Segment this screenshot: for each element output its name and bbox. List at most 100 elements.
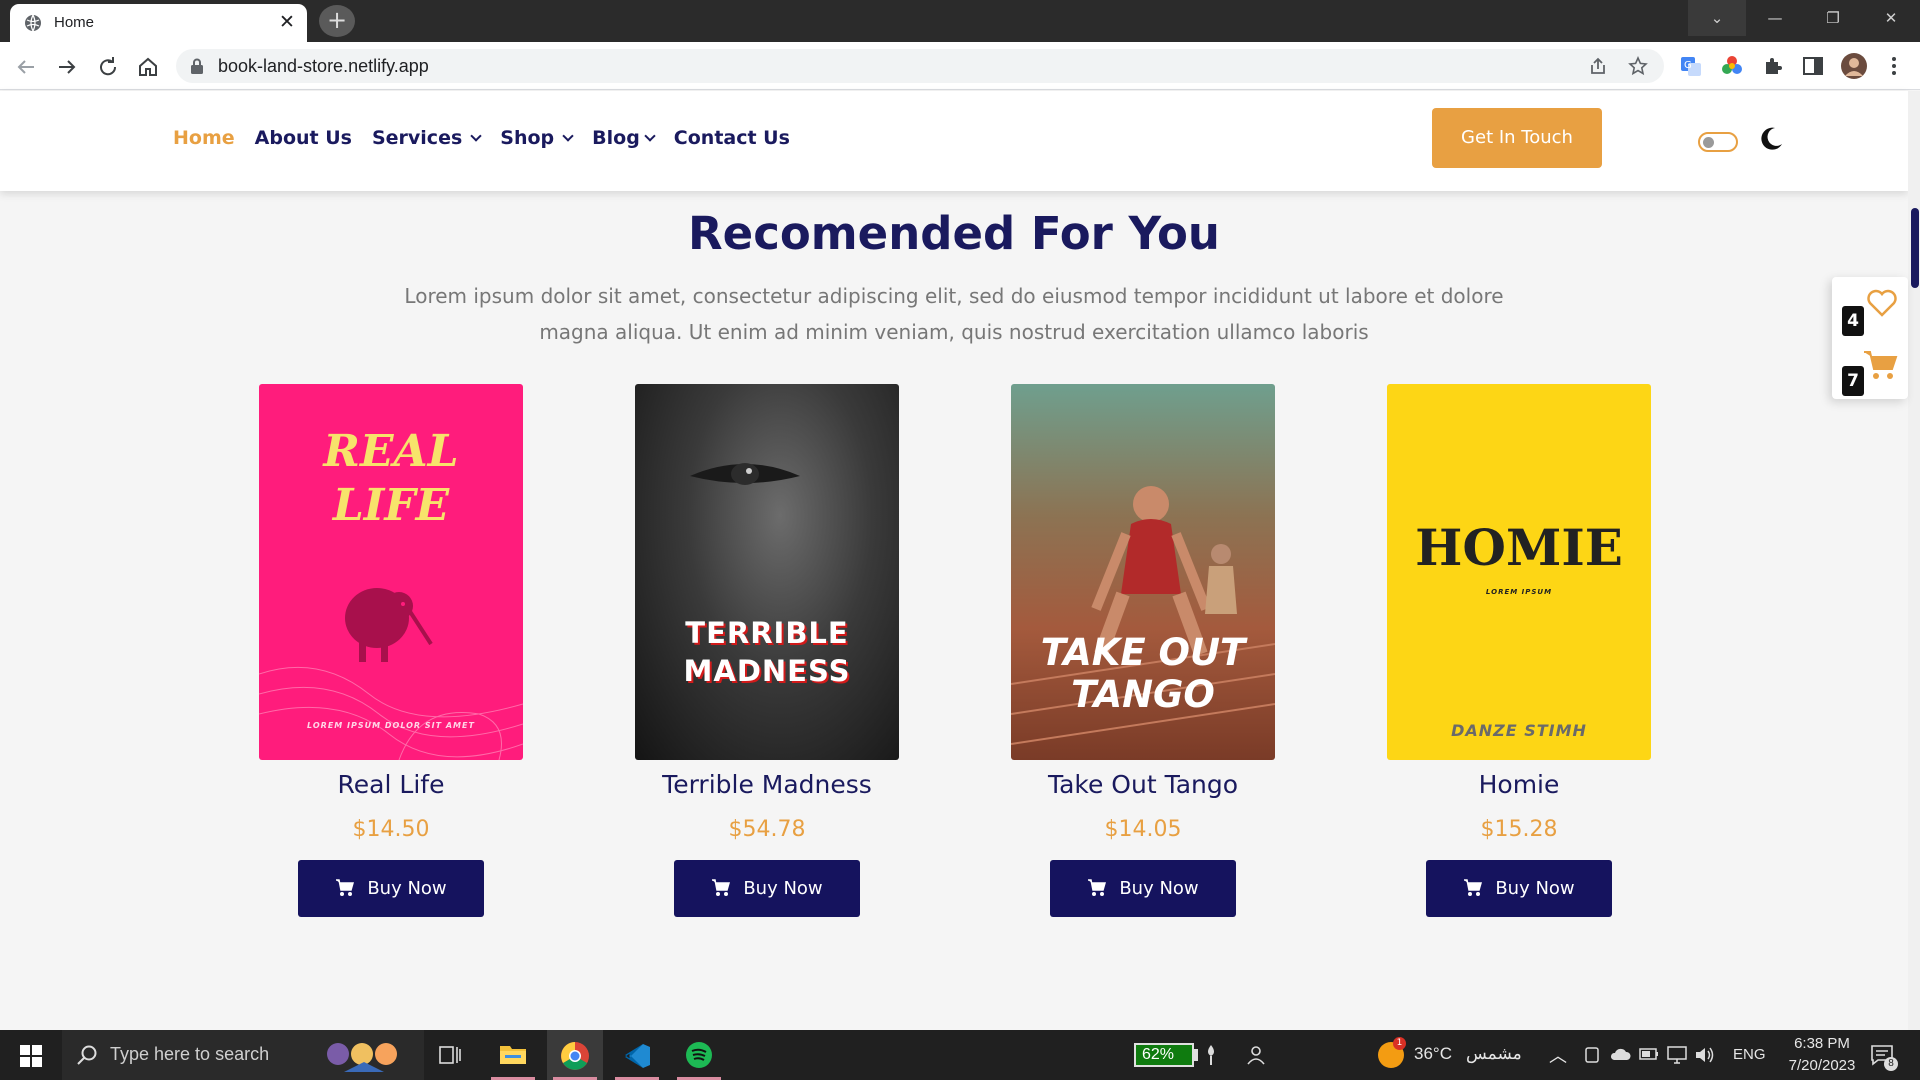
cover-title: TANGO: [1071, 673, 1215, 716]
language-indicator[interactable]: ENG: [1733, 1046, 1766, 1063]
buy-now-label: Buy Now: [1119, 878, 1199, 899]
cover-subtitle: LOREM IPSUM DOLOR SIT AMET: [307, 721, 475, 730]
taskbar-file-explorer[interactable]: [485, 1030, 541, 1080]
side-panel-icon[interactable]: [1801, 54, 1825, 78]
windows-start-icon[interactable]: [20, 1045, 42, 1067]
search-placeholder: Type here to search: [110, 1044, 270, 1064]
notification-count-badge: 8: [1884, 1057, 1898, 1071]
clock-date[interactable]: 7/20/2023: [1778, 1057, 1866, 1074]
window-controls: ⌄ — ❐ ✕: [1688, 0, 1920, 36]
nav-blog[interactable]: Blog: [592, 127, 656, 149]
theme-toggle[interactable]: [1698, 132, 1738, 152]
chevron-down-icon: [562, 129, 574, 142]
nav-blog-label: Blog: [592, 127, 640, 149]
cart-count-badge: 7: [1842, 366, 1864, 396]
profile-avatar[interactable]: [1840, 52, 1868, 80]
book-cover-take-out-tango[interactable]: TAKE OUT TANGO: [1011, 384, 1275, 760]
battery-indicator[interactable]: 62%: [1134, 1043, 1194, 1067]
network-icon[interactable]: [1666, 1045, 1688, 1065]
chevron-down-icon: [470, 129, 482, 142]
onedrive-cloud-icon[interactable]: [1609, 1046, 1631, 1062]
nav-about-us[interactable]: About Us: [255, 127, 352, 149]
nav-contact-label: Contact Us: [673, 127, 790, 149]
taskbar-search[interactable]: Type here to search: [62, 1030, 424, 1080]
address-bar[interactable]: book-land-store.netlify.app: [176, 49, 1664, 83]
scrollbar-thumb[interactable]: [1908, 208, 1920, 288]
cover-author: DANZE STIMH: [1451, 721, 1587, 740]
book-cover-terrible-madness[interactable]: TERRIBLE MADNESS: [635, 384, 899, 760]
cover-title: TAKE OUT: [1040, 631, 1246, 674]
buy-now-label: Buy Now: [367, 878, 447, 899]
restore-button[interactable]: ❐: [1804, 0, 1862, 36]
heart-icon[interactable]: [1866, 289, 1898, 317]
book-title[interactable]: Real Life: [259, 770, 523, 799]
get-in-touch-button[interactable]: Get In Touch: [1432, 108, 1602, 168]
book-title[interactable]: Homie: [1387, 770, 1651, 799]
reload-icon[interactable]: [96, 55, 120, 79]
book-cover-real-life[interactable]: REAL LIFE LOREM IPSUM DOLOR SIT AMET: [259, 384, 523, 760]
browser-tab-bar: Home ✕ + ⌄ — ❐ ✕: [0, 0, 1920, 42]
book-card: REAL LIFE LOREM IPSUM DOLOR SIT AMET Rea…: [259, 384, 523, 917]
book-price: $14.50: [352, 817, 430, 842]
battery-tip: [1194, 1049, 1198, 1061]
extensions-puzzle-icon[interactable]: [1761, 54, 1785, 78]
shopping-cart-icon[interactable]: [1862, 349, 1898, 381]
buy-now-button[interactable]: Buy Now: [1050, 860, 1236, 917]
book-card: HOMIE LOREM IPSUM DANZE STIMH Homie $15.…: [1387, 384, 1651, 917]
buy-now-button[interactable]: Buy Now: [1426, 860, 1612, 917]
translate-extension-icon[interactable]: G: [1679, 54, 1703, 78]
book-cover-homie[interactable]: HOMIE LOREM IPSUM DANZE STIMH: [1387, 384, 1651, 760]
new-tab-button[interactable]: +: [319, 5, 355, 37]
nav-services[interactable]: Services: [372, 127, 482, 149]
weather-temperature[interactable]: 36°C: [1414, 1044, 1452, 1064]
browser-tab-home[interactable]: Home ✕: [10, 4, 307, 42]
url-text[interactable]: book-land-store.netlify.app: [218, 56, 429, 77]
cover-title: HOMIE: [1415, 518, 1623, 577]
buy-now-button[interactable]: Buy Now: [298, 860, 484, 917]
weather-condition[interactable]: مشمس: [1466, 1044, 1522, 1064]
browser-menu-icon[interactable]: [1882, 54, 1906, 78]
share-icon[interactable]: [1588, 56, 1608, 76]
minimize-button[interactable]: —: [1746, 0, 1804, 36]
book-title[interactable]: Take Out Tango: [1011, 770, 1275, 799]
people-icon[interactable]: [1244, 1044, 1266, 1066]
clock-time[interactable]: 6:38 PM: [1784, 1035, 1860, 1052]
tab-search-button[interactable]: ⌄: [1688, 0, 1746, 36]
color-picker-extension-icon[interactable]: [1720, 54, 1744, 78]
close-tab-icon[interactable]: ✕: [277, 12, 297, 32]
lock-icon[interactable]: [190, 58, 204, 74]
home-icon[interactable]: [136, 55, 160, 79]
weather-alert-badge: 1: [1393, 1037, 1406, 1050]
cover-subtitle: LOREM IPSUM: [1485, 588, 1553, 596]
cart-icon: [336, 879, 355, 896]
close-window-button[interactable]: ✕: [1862, 0, 1920, 36]
moon-icon[interactable]: [1757, 125, 1785, 153]
eye-shape: [690, 463, 800, 485]
book-card: TERRIBLE MADNESS Terrible Madness $54.78…: [635, 384, 899, 917]
book-price: $15.28: [1480, 817, 1558, 842]
taskbar-spotify[interactable]: [671, 1030, 727, 1080]
chevron-up-icon[interactable]: ︿: [1549, 1042, 1567, 1068]
bookmark-star-icon[interactable]: [1628, 56, 1648, 76]
battery-tray-icon[interactable]: [1638, 1046, 1660, 1062]
tray-device-icon[interactable]: [1583, 1045, 1601, 1065]
nav-about-label: About Us: [254, 127, 352, 149]
nav-home-label: Home: [173, 127, 235, 149]
buy-now-button[interactable]: Buy Now: [674, 860, 860, 917]
book-title[interactable]: Terrible Madness: [635, 770, 899, 799]
cart-icon: [712, 879, 731, 896]
contour-lines-decoration: [259, 666, 523, 760]
nav-contact-us[interactable]: Contact Us: [674, 127, 790, 149]
taskbar-vscode[interactable]: [609, 1030, 665, 1080]
buy-now-label: Buy Now: [1495, 878, 1575, 899]
cover-title: REAL: [323, 426, 459, 477]
taskbar-chrome[interactable]: [547, 1030, 603, 1080]
cover-title: TERRIBLE: [685, 616, 849, 650]
nav-shop[interactable]: Shop: [500, 127, 574, 149]
nav-home[interactable]: Home: [173, 127, 235, 149]
back-arrow-icon[interactable]: [14, 55, 38, 79]
spotify-icon: [686, 1042, 712, 1068]
volume-icon[interactable]: [1694, 1045, 1716, 1065]
forward-arrow-icon[interactable]: [55, 55, 79, 79]
task-view-button[interactable]: [422, 1030, 478, 1080]
